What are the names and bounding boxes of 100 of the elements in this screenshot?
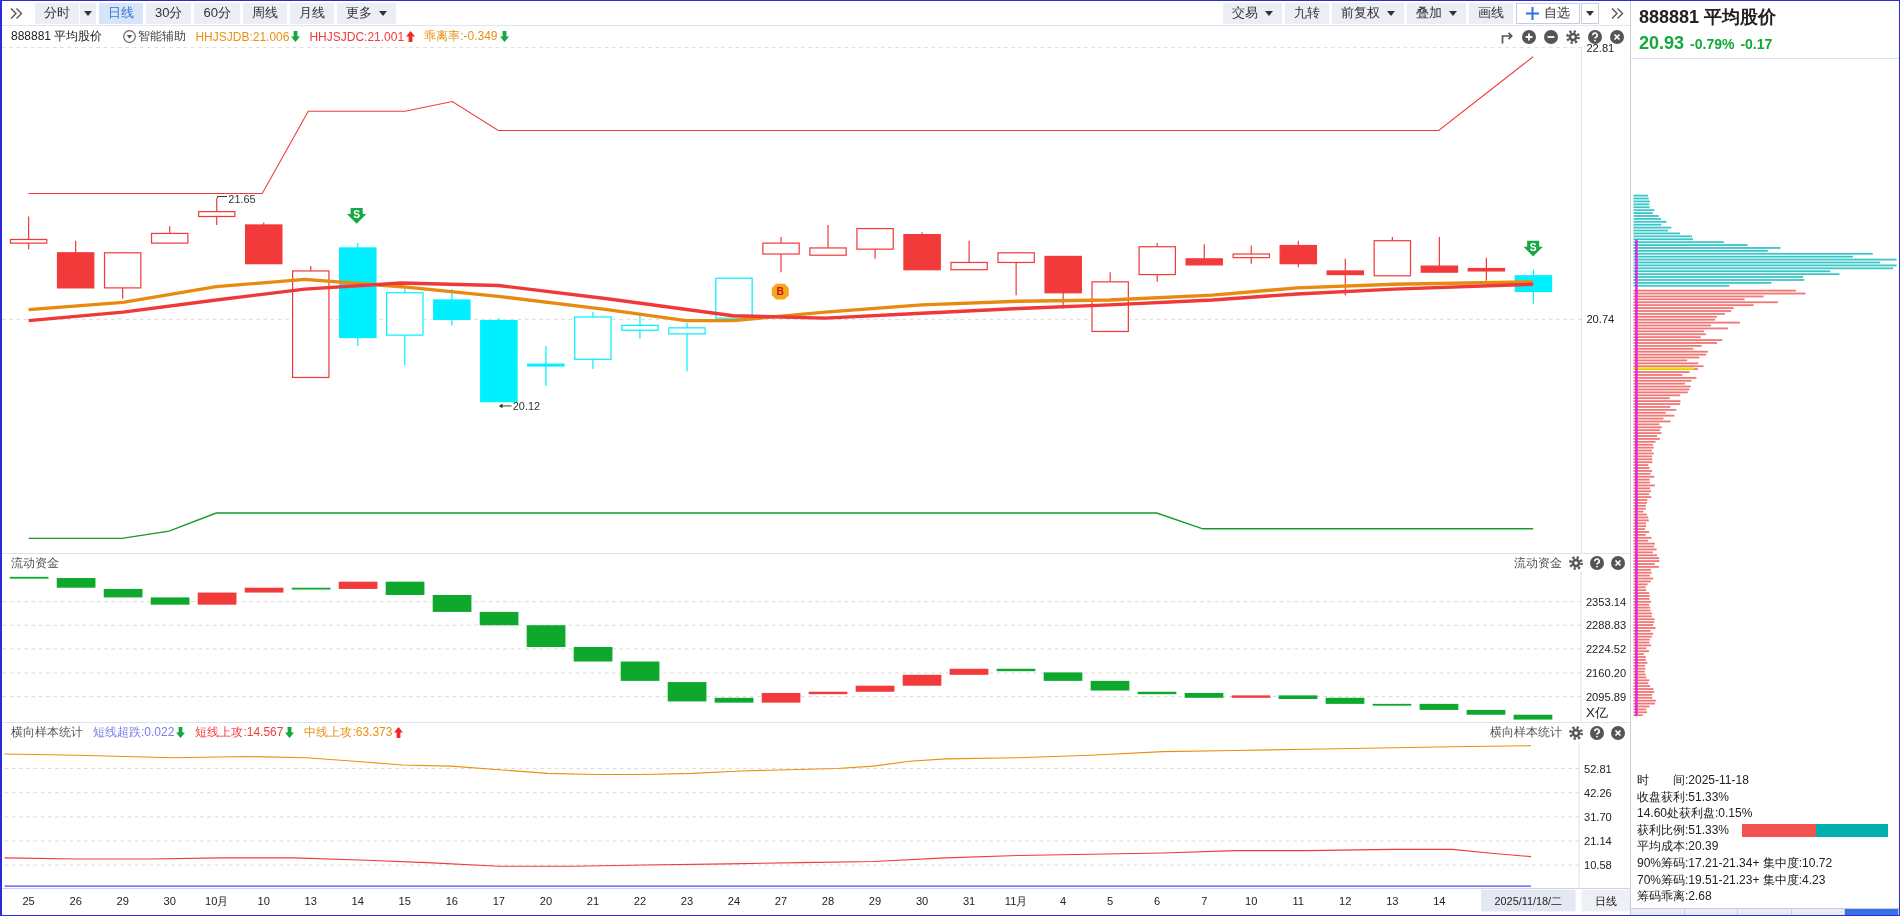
- caret-icon: [1387, 10, 1395, 16]
- last-price: 20.93: [1639, 33, 1685, 54]
- close-icon[interactable]: [1611, 556, 1625, 570]
- menu-button[interactable]: 叠加: [1407, 2, 1466, 24]
- caret-circle-icon: [123, 30, 137, 43]
- date-label: 25: [22, 895, 35, 908]
- zoom-in-icon[interactable]: [1522, 29, 1536, 44]
- menu-button[interactable]: 前复权: [1332, 2, 1404, 24]
- flow-bar: [1090, 680, 1130, 691]
- panel-title: 横向样本统计: [11, 724, 83, 741]
- sell-signal-marker: S: [346, 208, 367, 224]
- flow-bar: [808, 691, 848, 695]
- period-tab[interactable]: 日线: [99, 2, 143, 24]
- date-label: 29: [868, 895, 882, 908]
- menu-button[interactable]: 交易: [1223, 2, 1282, 24]
- toolbar-button[interactable]: 画线: [1469, 2, 1513, 24]
- candlestick: [1185, 243, 1223, 266]
- flow-bar: [573, 647, 613, 662]
- candlestick: [433, 288, 471, 327]
- period-tab[interactable]: 分时: [35, 2, 79, 24]
- axis-tick-label: 2288.83: [1585, 619, 1627, 632]
- flow-bar: [902, 674, 942, 686]
- flow-bar: [1043, 672, 1083, 681]
- date-label: 30: [163, 895, 176, 908]
- help-icon[interactable]: [1590, 556, 1604, 570]
- date-label: 14: [351, 895, 364, 908]
- candlestick: [9, 215, 48, 250]
- flow-bar: [244, 587, 284, 593]
- date-label: 4: [1060, 895, 1067, 908]
- flow-bar: [56, 578, 96, 588]
- date-label: 16: [445, 895, 459, 908]
- date-label: 13: [1386, 895, 1399, 908]
- close-icon[interactable]: [1611, 725, 1625, 740]
- leader-arrow: [498, 403, 513, 409]
- date-label: 30: [915, 895, 929, 908]
- double-chevron-icon[interactable]: [10, 7, 23, 19]
- help-icon[interactable]: [1590, 725, 1604, 740]
- chip-info-text: 时 间:2025-11-18: [1637, 772, 1750, 789]
- axis-tick-label: 21.14: [1584, 835, 1612, 848]
- close-icon[interactable]: [1610, 29, 1624, 44]
- period-tab[interactable]: 60分: [194, 2, 240, 24]
- date-label: 22: [633, 895, 647, 908]
- date-label: 29: [116, 895, 129, 908]
- candlestick: [150, 225, 189, 244]
- indicator-value: 短线超跌:0.022: [93, 724, 175, 741]
- flow-bar: [1325, 697, 1365, 704]
- axis-tick-label: 22.81: [1586, 41, 1615, 54]
- assist-dropdown[interactable]: 智能辅助: [123, 28, 187, 45]
- chip-info-text: 70%筹码:19.51-21.23+ 集中度:4.23: [1637, 871, 1827, 889]
- help-icon[interactable]: [1588, 29, 1602, 44]
- toolbar-button[interactable]: 九转: [1285, 2, 1329, 24]
- change-amount: -0.17: [1740, 36, 1773, 52]
- candlestick: [903, 231, 941, 271]
- sell-signal-marker: S: [1523, 240, 1543, 257]
- candlestick: [856, 228, 894, 260]
- dropdown-button[interactable]: [1581, 2, 1599, 24]
- candlestick: [809, 224, 847, 256]
- settings-icon[interactable]: [1569, 556, 1583, 570]
- date-label: 14: [1433, 895, 1446, 908]
- candlestick: [1514, 269, 1553, 305]
- candlestick: [1326, 258, 1365, 296]
- date-label: 6: [1154, 895, 1161, 908]
- candlestick: [1373, 236, 1412, 277]
- price-high-label: 21.65: [228, 192, 256, 205]
- change-percent: -0.79%: [1690, 36, 1735, 52]
- settings-icon[interactable]: [1566, 29, 1580, 44]
- zoom-out-icon[interactable]: [1544, 29, 1558, 44]
- chip-info-text: 获利比例:51.33%: [1637, 821, 1730, 839]
- date-label: 15: [398, 895, 411, 908]
- date-label: 13: [304, 895, 317, 908]
- buy-signal-marker: B: [771, 283, 789, 300]
- flow-bar: [667, 682, 707, 702]
- period-tab[interactable]: 30分: [146, 2, 192, 24]
- plus-icon: [1526, 6, 1539, 20]
- period-tab[interactable]: 月线: [289, 2, 334, 24]
- flow-bar: [855, 685, 895, 692]
- date-label: 20: [539, 895, 553, 908]
- add-watchlist-button[interactable]: 自选: [1516, 2, 1580, 24]
- caret-icon: [1586, 10, 1594, 16]
- menu-button[interactable]: 更多: [336, 2, 396, 24]
- chip-info-text: 筹码乖离:2.68: [1637, 888, 1713, 905]
- date-label: 23: [680, 895, 694, 908]
- flow-bar: [1184, 692, 1224, 698]
- candlestick: [1279, 240, 1318, 268]
- candlestick: [950, 240, 988, 271]
- candlestick: [762, 236, 800, 273]
- axis-tick-label: 31.70: [1584, 810, 1612, 823]
- average-cost-bar: [1633, 367, 1694, 370]
- caret-icon: [84, 10, 92, 16]
- period-tab[interactable]: 周线: [242, 2, 287, 24]
- double-chevron-icon[interactable]: [1611, 7, 1624, 19]
- caret-icon: [1449, 10, 1457, 16]
- indicator-value: 短线上攻:14.567: [195, 724, 284, 741]
- flow-bar: [1231, 695, 1271, 698]
- chip-info-text: 收盘获利:51.33%: [1637, 788, 1731, 806]
- settings-icon[interactable]: [1569, 725, 1583, 740]
- candlestick: [103, 252, 142, 300]
- dropdown-button[interactable]: [80, 2, 96, 24]
- flow-bar: [620, 661, 660, 681]
- date-label: 28: [821, 895, 835, 908]
